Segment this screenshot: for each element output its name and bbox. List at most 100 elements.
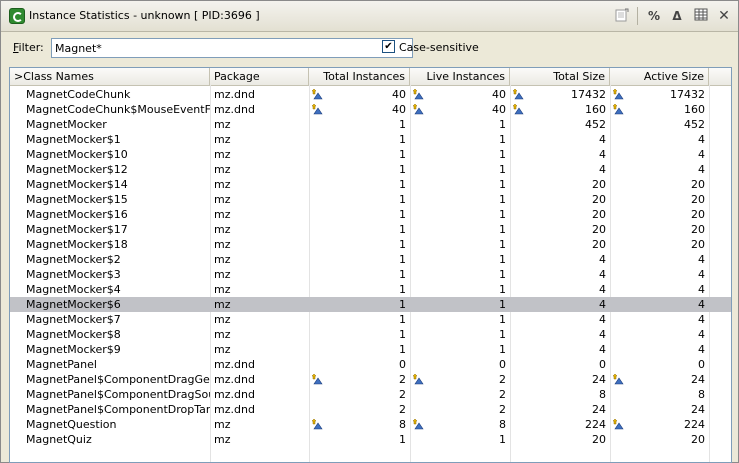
column-header-package[interactable]: Package	[210, 68, 309, 85]
cell-pkg: mz.dnd	[214, 388, 255, 401]
table-row[interactable]: MagnetMocker$9 mz 1 1 4 4	[10, 342, 731, 357]
statistics-table[interactable]: >Class Names Package Total Instances Liv…	[9, 67, 732, 463]
filter-input[interactable]	[51, 38, 413, 58]
cell-as: 20	[691, 208, 705, 221]
cell-as: 20	[691, 193, 705, 206]
table-row[interactable]: MagnetMocker$10 mz 1 1 4 4	[10, 147, 731, 162]
column-header-total-size[interactable]: Total Size	[510, 68, 610, 85]
cell-as: 20	[691, 178, 705, 191]
cell-pkg: mz	[214, 118, 231, 131]
cell-name: MagnetMocker$10	[26, 148, 128, 161]
cell-as: 4	[698, 328, 705, 341]
case-sensitive-checkbox[interactable]: ✔	[382, 40, 395, 53]
cell-li: 2	[499, 388, 506, 401]
cell-pkg: mz	[214, 313, 231, 326]
delta-icon[interactable]: Δ	[668, 7, 686, 25]
cell-as: 20	[691, 433, 705, 446]
cell-as: 4	[698, 313, 705, 326]
cell-li: 1	[499, 268, 506, 281]
cell-as: 452	[684, 118, 705, 131]
table-row[interactable]: MagnetMocker$16 mz 1 1 20 20	[10, 207, 731, 222]
column-header-active-size[interactable]: Active Size	[610, 68, 709, 85]
cell-li: 1	[499, 148, 506, 161]
cell-ts: 4	[599, 253, 606, 266]
cell-li: 1	[499, 118, 506, 131]
cell-as: 4	[698, 268, 705, 281]
cell-ts: 20	[592, 238, 606, 251]
cell-ti: 1	[399, 223, 406, 236]
table-row[interactable]: MagnetMocker$2 mz 1 1 4 4	[10, 252, 731, 267]
cell-as: 20	[691, 238, 705, 251]
cell-name: MagnetMocker$14	[26, 178, 128, 191]
table-row[interactable]: MagnetMocker mz 1 1 452 452	[10, 117, 731, 132]
table-row[interactable]: MagnetMocker$8 mz 1 1 4 4	[10, 327, 731, 342]
cell-ts: 224	[585, 418, 606, 431]
cell-pkg: mz	[214, 148, 231, 161]
cell-name: MagnetMocker$18	[26, 238, 128, 251]
cell-li: 40	[492, 88, 506, 101]
cell-pkg: mz	[214, 163, 231, 176]
close-icon[interactable]: ✕	[715, 7, 733, 25]
column-header-live-instances[interactable]: Live Instances	[410, 68, 510, 85]
cell-as: 8	[698, 388, 705, 401]
filter-bar: Filter: ✔ Case-sensitive	[1, 32, 738, 62]
cell-ti: 40	[392, 103, 406, 116]
cell-name: MagnetPanel$ComponentDropTarg...	[26, 403, 210, 416]
cell-ts: 4	[599, 328, 606, 341]
cell-ti: 1	[399, 343, 406, 356]
export-icon[interactable]	[613, 7, 631, 25]
table-row[interactable]: MagnetPanel$ComponentDragSour... mz.dnd 2 2…	[10, 387, 731, 402]
table-row[interactable]: MagnetMocker$12 mz 1 1 4 4	[10, 162, 731, 177]
cell-li: 1	[499, 178, 506, 191]
cell-as: 4	[698, 283, 705, 296]
cell-as: 4	[698, 343, 705, 356]
cell-name: MagnetMocker$8	[26, 328, 121, 341]
cell-ti: 1	[399, 433, 406, 446]
table-row[interactable]: MagnetMocker$3 mz 1 1 4 4	[10, 267, 731, 282]
cell-pkg: mz	[214, 328, 231, 341]
table-row[interactable]: MagnetPanel mz.dnd 0 0 0 0	[10, 357, 731, 372]
cell-li: 1	[499, 313, 506, 326]
table-row[interactable]: MagnetMocker$1 mz 1 1 4 4	[10, 132, 731, 147]
cell-ts: 4	[599, 133, 606, 146]
cell-pkg: mz	[214, 238, 231, 251]
table-row[interactable]: MagnetCodeChunk$MouseEventFo... mz.dnd 40 4…	[10, 102, 731, 117]
cell-li: 1	[499, 193, 506, 206]
cell-li: 1	[499, 433, 506, 446]
cell-ts: 4	[599, 313, 606, 326]
percent-icon[interactable]: %	[645, 7, 663, 25]
table-row[interactable]: MagnetMocker$18 mz 1 1 20 20	[10, 237, 731, 252]
cell-name: MagnetPanel$ComponentDragGest...	[26, 373, 210, 386]
cell-ti: 1	[399, 148, 406, 161]
columns-icon[interactable]	[692, 7, 710, 25]
cell-ts: 0	[599, 358, 606, 371]
table-row[interactable]: MagnetMocker$15 mz 1 1 20 20	[10, 192, 731, 207]
table-row[interactable]: MagnetMocker$14 mz 1 1 20 20	[10, 177, 731, 192]
cell-li: 1	[499, 343, 506, 356]
cell-ts: 4	[599, 163, 606, 176]
case-sensitive-label: Case-sensitive	[399, 41, 479, 54]
table-row[interactable]: MagnetCodeChunk mz.dnd 40 40 17432 17432	[10, 87, 731, 102]
column-header-class-names[interactable]: >Class Names	[10, 68, 210, 85]
table-row[interactable]: MagnetMocker$7 mz 1 1 4 4	[10, 312, 731, 327]
table-row[interactable]: MagnetMocker$6 mz 1 1 4 4	[10, 297, 731, 312]
cell-ts: 4	[599, 283, 606, 296]
table-row[interactable]: MagnetQuestion mz 8 8 224 224	[10, 417, 731, 432]
column-header-total-instances[interactable]: Total Instances	[309, 68, 410, 85]
cell-ts: 4	[599, 148, 606, 161]
cell-name: MagnetMocker$4	[26, 283, 121, 296]
cell-li: 40	[492, 103, 506, 116]
filter-label: Filter:	[13, 41, 44, 54]
cell-name: MagnetCodeChunk$MouseEventFo...	[26, 103, 210, 116]
table-row[interactable]: MagnetMocker$4 mz 1 1 4 4	[10, 282, 731, 297]
table-row[interactable]: MagnetPanel$ComponentDragGest... mz.dnd 2 2…	[10, 372, 731, 387]
table-row[interactable]: MagnetPanel$ComponentDropTarg... mz.dnd 2 2…	[10, 402, 731, 417]
cell-ts: 452	[585, 118, 606, 131]
cell-ti: 1	[399, 253, 406, 266]
cell-name: MagnetMocker$6	[26, 298, 121, 311]
cell-ti: 1	[399, 163, 406, 176]
cell-ts: 20	[592, 193, 606, 206]
table-row[interactable]: MagnetMocker$17 mz 1 1 20 20	[10, 222, 731, 237]
cell-ti: 1	[399, 313, 406, 326]
table-row[interactable]: MagnetQuiz mz 1 1 20 20	[10, 432, 731, 447]
